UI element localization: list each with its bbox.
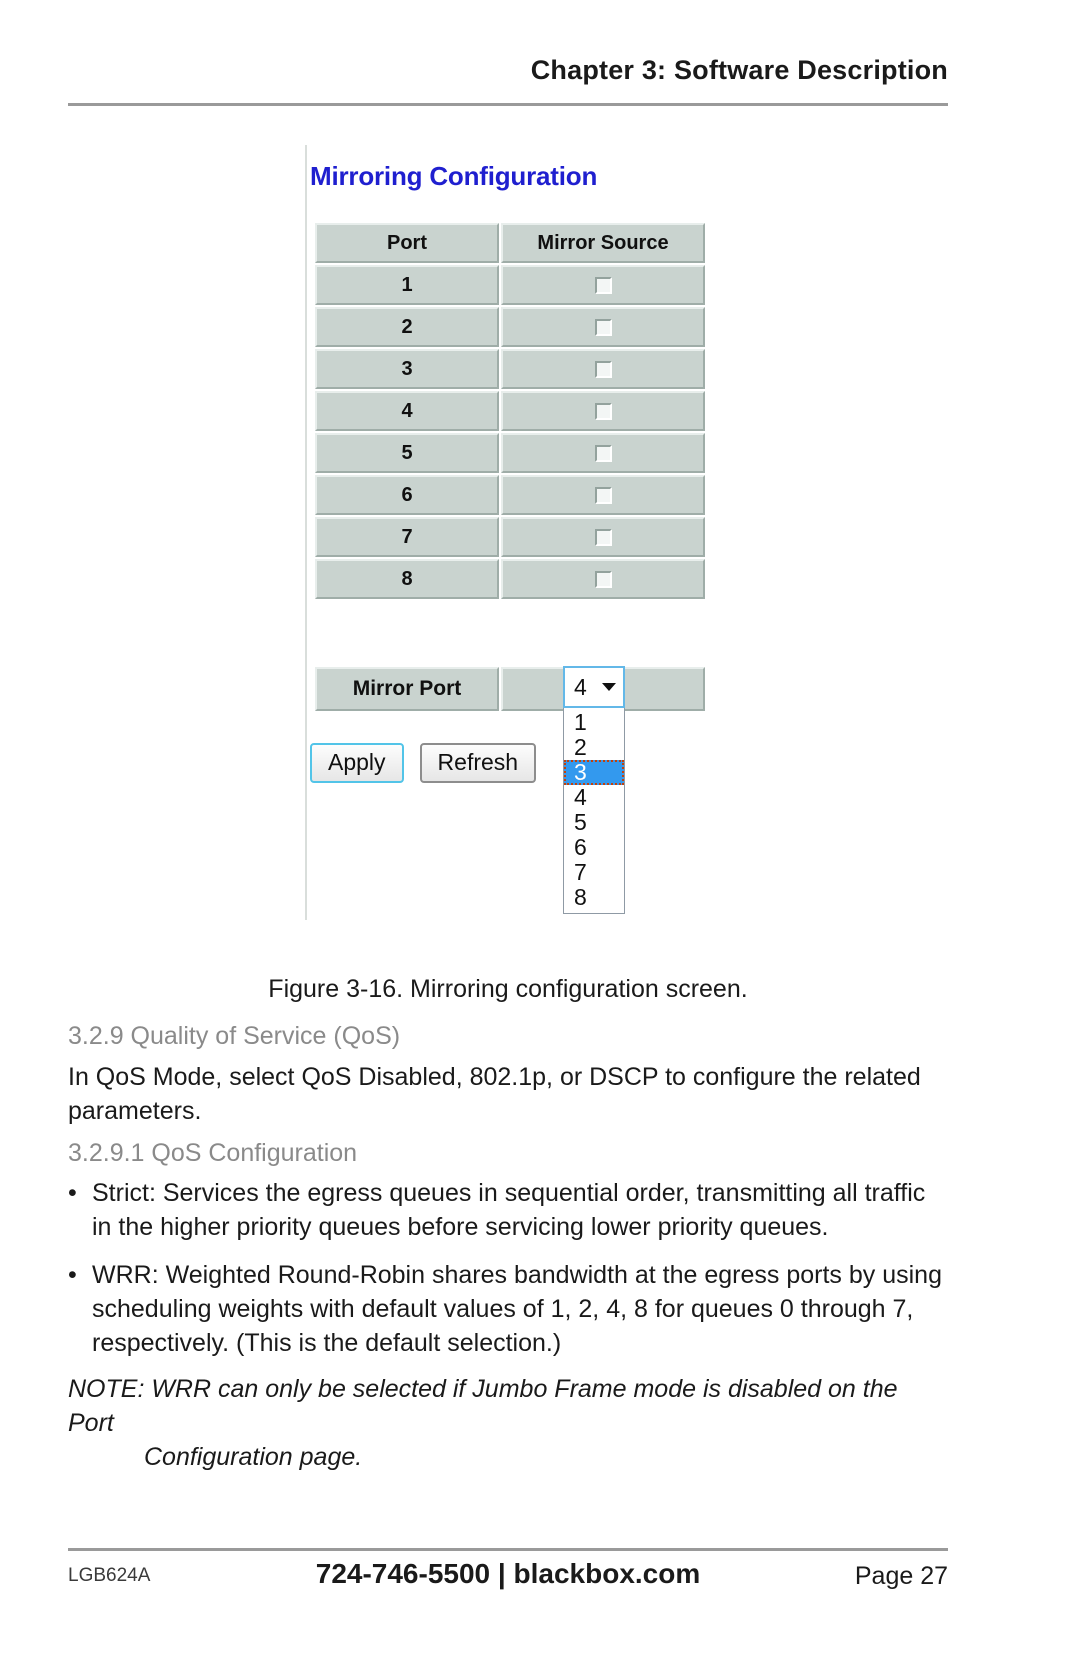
table-header-row: Port Mirror Source: [315, 223, 705, 263]
refresh-button[interactable]: Refresh: [419, 743, 537, 784]
mirror-source-checkbox[interactable]: [594, 486, 612, 504]
option-item-highlighted[interactable]: 3: [564, 760, 624, 785]
mirror-port-row: Mirror Port: [315, 667, 705, 711]
bullet-text: WRR: Weighted Round-Robin shares bandwid…: [92, 1261, 942, 1357]
note-line-2: Configuration page.: [144, 1443, 363, 1471]
footer-divider: [68, 1548, 948, 1551]
port-number: 1: [315, 265, 499, 305]
option-item[interactable]: 2: [564, 735, 624, 760]
option-item[interactable]: 4: [564, 785, 624, 810]
mirror-source-checkbox[interactable]: [594, 528, 612, 546]
page-header-title: Chapter 3: Software Description: [530, 55, 948, 85]
paragraph-qos-mode: In QoS Mode, select QoS Disabled, 802.1p…: [68, 1063, 921, 1125]
option-item[interactable]: 8: [564, 885, 624, 910]
table-row: 1: [315, 265, 705, 305]
table-row: 4: [315, 391, 705, 431]
bullet-marker: •: [68, 1261, 77, 1289]
action-button-row: Apply Refresh: [310, 743, 537, 784]
heading-qos: 3.2.9 Quality of Service (QoS): [68, 1022, 401, 1050]
table-row: 6: [315, 475, 705, 515]
mirror-source-cell: [501, 433, 705, 473]
table-row: 3: [315, 349, 705, 389]
table-row: 2: [315, 307, 705, 347]
bullet-text: Strict: Services the egress queues in se…: [92, 1179, 926, 1241]
mirror-source-cell: [501, 559, 705, 599]
apply-button[interactable]: Apply: [310, 743, 404, 784]
chevron-down-icon: [602, 683, 616, 691]
bullet-wrr: • WRR: Weighted Round-Robin shares bandw…: [68, 1258, 948, 1360]
document-page: Chapter 3: Software Description Mirrorin…: [0, 0, 1080, 1669]
mirror-source-cell: [501, 475, 705, 515]
mirror-port-select[interactable]: 4: [563, 666, 625, 708]
note-block: NOTE: WRR can only be selected if Jumbo …: [68, 1372, 948, 1474]
screen-title: Mirroring Configuration: [310, 161, 598, 191]
column-header-mirror-source: Mirror Source: [501, 223, 705, 263]
column-header-port: Port: [315, 223, 499, 263]
table-row: 7: [315, 517, 705, 557]
port-number: 3: [315, 349, 499, 389]
port-number: 8: [315, 559, 499, 599]
mirror-port-option-list[interactable]: 1 2 3 4 5 6 7 8: [563, 708, 625, 914]
header-divider: [68, 103, 948, 106]
mirror-source-cell: [501, 265, 705, 305]
bullet-strict: • Strict: Services the egress queues in …: [68, 1176, 948, 1244]
port-number: 6: [315, 475, 499, 515]
port-number: 2: [315, 307, 499, 347]
mirror-source-checkbox[interactable]: [594, 402, 612, 420]
mirror-source-checkbox[interactable]: [594, 360, 612, 378]
heading-qos-configuration: 3.2.9.1 QoS Configuration: [68, 1139, 358, 1167]
mirror-source-cell: [501, 391, 705, 431]
option-item[interactable]: 7: [564, 860, 624, 885]
mirror-port-selected-value: 4: [574, 673, 587, 700]
mirror-source-checkbox[interactable]: [594, 276, 612, 294]
option-item[interactable]: 6: [564, 835, 624, 860]
figure-screenshot: Mirroring Configuration Port Mirror Sour…: [305, 145, 707, 920]
mirror-source-checkbox[interactable]: [594, 444, 612, 462]
port-number: 7: [315, 517, 499, 557]
mirror-source-cell: [501, 307, 705, 347]
port-number: 5: [315, 433, 499, 473]
note-line-1: NOTE: WRR can only be selected if Jumbo …: [68, 1375, 898, 1437]
bullet-marker: •: [68, 1179, 77, 1207]
table-row: 8: [315, 559, 705, 599]
mirror-source-checkbox[interactable]: [594, 570, 612, 588]
footer-page-number: Page 27: [854, 1562, 948, 1590]
figure-caption: Figure 3-16. Mirroring configuration scr…: [268, 975, 748, 1003]
mirror-port-label: Mirror Port: [315, 667, 499, 711]
screenshot-left-edge: [305, 145, 307, 920]
mirror-source-cell: [501, 517, 705, 557]
table-row: 5: [315, 433, 705, 473]
option-item[interactable]: 1: [564, 710, 624, 735]
port-number: 4: [315, 391, 499, 431]
mirror-source-cell: [501, 349, 705, 389]
mirror-port-table: Mirror Port: [313, 665, 707, 713]
mirror-source-checkbox[interactable]: [594, 318, 612, 336]
mirror-source-table: Port Mirror Source 1 2 3 4 5 6 7 8: [313, 221, 707, 601]
option-item[interactable]: 5: [564, 810, 624, 835]
